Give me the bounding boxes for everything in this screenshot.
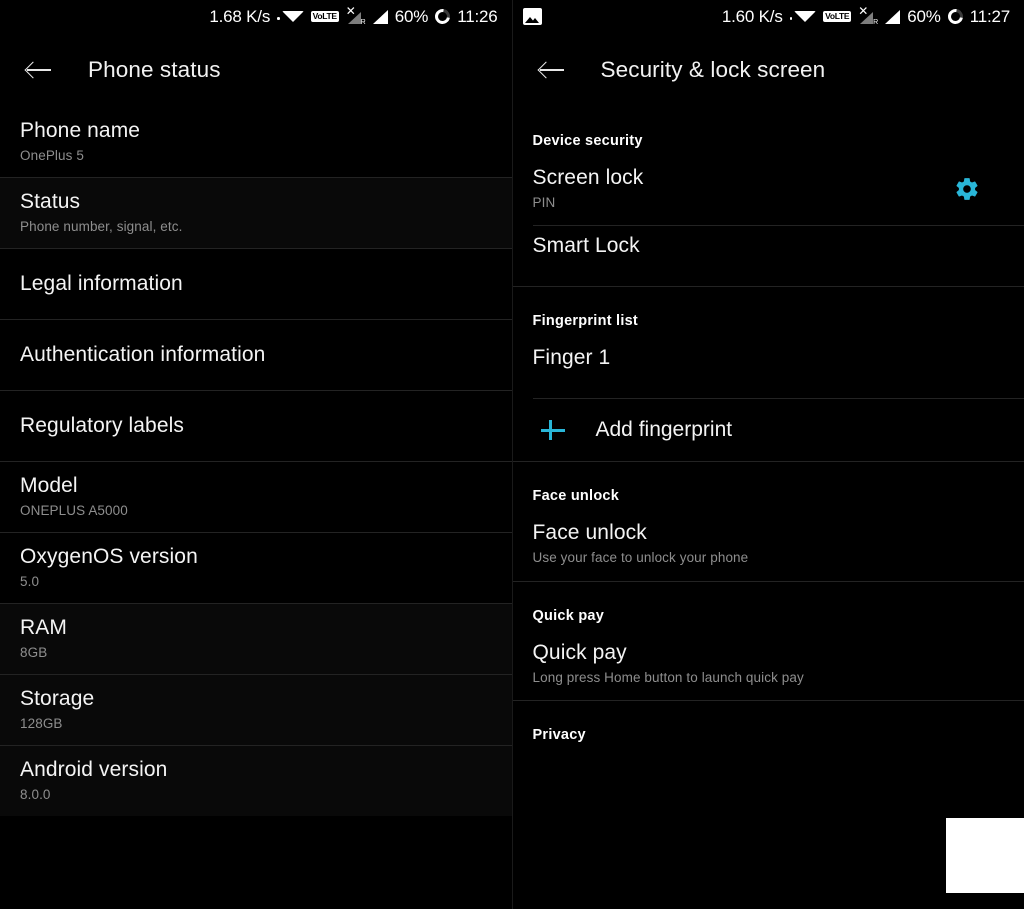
add-fingerprint-label: Add fingerprint <box>595 418 733 442</box>
list-item-subtitle: Phone number, signal, etc. <box>20 219 183 235</box>
list-item-title: Quick pay <box>532 640 627 664</box>
left-status-bar: 1.68 K/s VoLTE ✕ R 60% 11:26 <box>0 0 512 33</box>
list-item-subtitle: OnePlus 5 <box>20 148 84 164</box>
list-item-regulatory-labels[interactable]: Regulatory labels <box>0 391 512 461</box>
list-item-smart-lock[interactable]: Smart Lock <box>513 226 1024 286</box>
list-item-subtitle: 5.0 <box>20 574 40 590</box>
image-notification-icon <box>522 8 542 25</box>
network-speed: 1.68 K/s <box>209 6 271 26</box>
signal-no-service-icon: ✕ R <box>345 4 366 26</box>
right-status-bar: 1.60 K/s VoLTE ✕ R 60% 11:27 <box>513 0 1024 33</box>
left-phone-screen: 1.68 K/s VoLTE ✕ R 60% 11:26 Phone statu… <box>0 0 512 909</box>
clock: 11:27 <box>969 6 1010 26</box>
list-item-storage[interactable]: Storage 128GB <box>0 675 512 745</box>
network-speed: 1.60 K/s <box>721 6 783 26</box>
signal-bars-icon <box>885 9 901 24</box>
roaming-label: R <box>873 19 879 26</box>
list-item-legal-information[interactable]: Legal information <box>0 249 512 319</box>
gear-icon[interactable] <box>954 176 980 202</box>
right-app-bar: Security & lock screen <box>513 33 1024 107</box>
list-item-title: Model <box>20 474 78 498</box>
roaming-label: R <box>360 19 366 26</box>
list-item-title: Finger 1 <box>532 346 611 370</box>
left-status-bar-indicators: 1.68 K/s VoLTE ✕ R 60% 11:26 <box>209 4 498 27</box>
list-item-title: Screen lock <box>532 166 644 189</box>
plus-icon <box>539 416 567 444</box>
section-header-privacy: Privacy <box>532 726 586 743</box>
list-item-authentication-information[interactable]: Authentication information <box>0 320 512 390</box>
section-header-fingerprint-list: Fingerprint list <box>532 313 638 330</box>
right-phone-screen: 1.60 K/s VoLTE ✕ R 60% 11:27 Security & … <box>511 0 1024 909</box>
clock: 11:26 <box>457 6 498 26</box>
list-item-title: Authentication information <box>20 342 266 366</box>
list-item-status[interactable]: Status Phone number, signal, etc. <box>0 178 512 248</box>
list-item-ram[interactable]: RAM 8GB <box>0 604 512 674</box>
list-item-subtitle: 8GB <box>20 645 48 661</box>
back-arrow-icon[interactable] <box>535 53 569 87</box>
back-arrow-icon[interactable] <box>22 53 56 87</box>
list-item-title: Android version <box>20 758 168 782</box>
battery-percent: 60% <box>907 6 941 26</box>
right-status-bar-indicators: 1.60 K/s VoLTE ✕ R 60% 11:27 <box>721 4 1010 27</box>
list-item-title: RAM <box>20 616 67 640</box>
list-item-quick-pay[interactable]: Quick pay Long press Home button to laun… <box>513 633 1024 700</box>
wifi-icon <box>789 10 817 23</box>
signal-bars-icon <box>372 9 388 24</box>
list-item-title: Legal information <box>20 271 183 295</box>
list-item-subtitle: Use your face to unlock your phone <box>532 550 749 566</box>
battery-circle-icon <box>432 6 454 27</box>
page-title: Phone status <box>88 57 221 82</box>
section-header-face-unlock: Face unlock <box>532 488 620 505</box>
list-item-title: OxygenOS version <box>20 545 198 569</box>
page-title: Security & lock screen <box>600 57 826 82</box>
security-settings-list: Device security Screen lock PIN Smart Lo… <box>512 107 1024 752</box>
list-item-finger-1[interactable]: Finger 1 <box>513 338 1024 398</box>
list-item-model[interactable]: Model ONEPLUS A5000 <box>0 462 512 532</box>
list-item-title: Smart Lock <box>532 234 640 258</box>
volte-icon: VoLTE <box>310 10 339 23</box>
list-item-title: Face unlock <box>532 521 647 545</box>
wifi-icon <box>277 10 304 23</box>
list-item-android-version[interactable]: Android version 8.0.0 <box>0 746 512 816</box>
signal-no-service-icon: ✕ R <box>858 4 879 26</box>
list-item-title: Phone name <box>20 119 141 143</box>
battery-circle-icon <box>944 6 966 27</box>
right-status-bar-notifications <box>522 8 722 25</box>
list-item-oxygenos-version[interactable]: OxygenOS version 5.0 <box>0 533 512 603</box>
add-fingerprint-button[interactable]: Add fingerprint <box>513 399 1024 461</box>
battery-percent: 60% <box>394 6 429 26</box>
list-item-subtitle: Long press Home button to launch quick p… <box>532 669 804 685</box>
list-item-screen-lock[interactable]: Screen lock PIN <box>513 158 1024 225</box>
list-item-phone-name[interactable]: Phone name OnePlus 5 <box>0 107 512 177</box>
section-header-quick-pay: Quick pay <box>532 607 605 624</box>
list-item-subtitle: ONEPLUS A5000 <box>20 503 128 519</box>
list-item-title: Regulatory labels <box>20 413 184 437</box>
left-app-bar: Phone status <box>0 33 512 107</box>
list-item-face-unlock[interactable]: Face unlock Use your face to unlock your… <box>513 513 1024 580</box>
list-item-subtitle: PIN <box>532 195 556 211</box>
list-item-subtitle: 128GB <box>20 716 63 732</box>
dual-screenshot-container: 1.68 K/s VoLTE ✕ R 60% 11:26 Phone statu… <box>0 0 1024 909</box>
list-item-title: Storage <box>20 687 95 711</box>
volte-icon: VoLTE <box>823 10 852 23</box>
section-header-device-security: Device security <box>532 133 643 149</box>
phone-status-list: Phone name OnePlus 5 Status Phone number… <box>0 107 512 816</box>
white-overlay-patch <box>945 818 1024 893</box>
list-item-subtitle: 8.0.0 <box>20 787 51 803</box>
list-item-title: Status <box>20 190 81 214</box>
